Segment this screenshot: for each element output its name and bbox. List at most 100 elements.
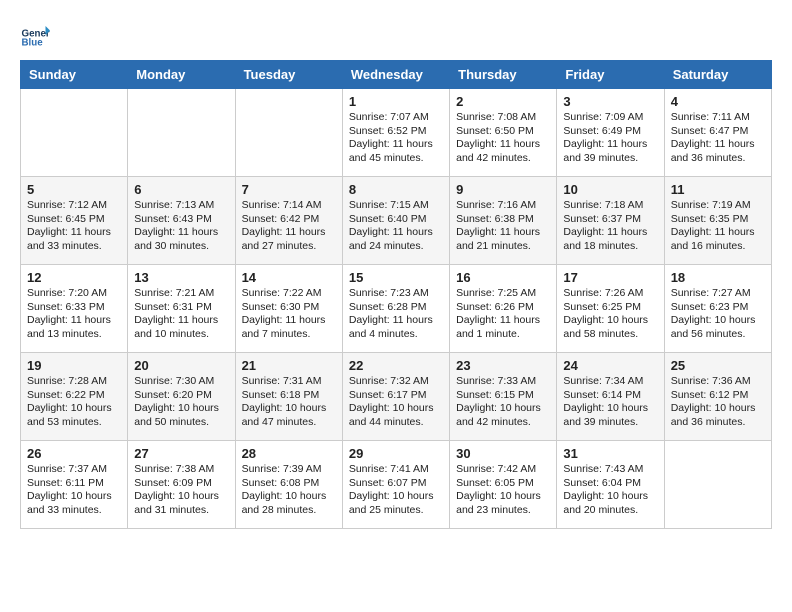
day-info: Sunrise: 7:33 AM (456, 375, 550, 389)
day-info: Sunrise: 7:09 AM (563, 111, 657, 125)
calendar-cell: 20Sunrise: 7:30 AMSunset: 6:20 PMDayligh… (128, 353, 235, 441)
day-info: Sunrise: 7:37 AM (27, 463, 121, 477)
day-number: 22 (349, 358, 443, 373)
day-number: 14 (242, 270, 336, 285)
day-info: Sunrise: 7:43 AM (563, 463, 657, 477)
day-info: Daylight: 11 hours and 27 minutes. (242, 226, 336, 253)
day-info: Sunset: 6:37 PM (563, 213, 657, 227)
day-info: Sunset: 6:33 PM (27, 301, 121, 315)
day-info: Daylight: 11 hours and 39 minutes. (563, 138, 657, 165)
calendar-cell: 7Sunrise: 7:14 AMSunset: 6:42 PMDaylight… (235, 177, 342, 265)
day-info: Sunset: 6:31 PM (134, 301, 228, 315)
day-info: Sunset: 6:40 PM (349, 213, 443, 227)
calendar-cell: 28Sunrise: 7:39 AMSunset: 6:08 PMDayligh… (235, 441, 342, 529)
day-number: 29 (349, 446, 443, 461)
day-info: Daylight: 11 hours and 24 minutes. (349, 226, 443, 253)
day-info: Daylight: 11 hours and 4 minutes. (349, 314, 443, 341)
day-info: Sunrise: 7:15 AM (349, 199, 443, 213)
day-info: Daylight: 11 hours and 30 minutes. (134, 226, 228, 253)
day-info: Sunrise: 7:26 AM (563, 287, 657, 301)
day-info: Daylight: 10 hours and 58 minutes. (563, 314, 657, 341)
day-info: Sunrise: 7:23 AM (349, 287, 443, 301)
calendar-cell: 23Sunrise: 7:33 AMSunset: 6:15 PMDayligh… (450, 353, 557, 441)
day-info: Daylight: 11 hours and 13 minutes. (27, 314, 121, 341)
calendar-cell: 22Sunrise: 7:32 AMSunset: 6:17 PMDayligh… (342, 353, 449, 441)
calendar-week-row: 12Sunrise: 7:20 AMSunset: 6:33 PMDayligh… (21, 265, 772, 353)
day-number: 6 (134, 182, 228, 197)
day-info: Daylight: 11 hours and 42 minutes. (456, 138, 550, 165)
day-number: 4 (671, 94, 765, 109)
day-number: 9 (456, 182, 550, 197)
day-number: 23 (456, 358, 550, 373)
day-info: Sunrise: 7:28 AM (27, 375, 121, 389)
day-info: Sunrise: 7:19 AM (671, 199, 765, 213)
weekday-header: Saturday (664, 61, 771, 89)
day-number: 3 (563, 94, 657, 109)
calendar-cell: 18Sunrise: 7:27 AMSunset: 6:23 PMDayligh… (664, 265, 771, 353)
day-info: Sunrise: 7:20 AM (27, 287, 121, 301)
day-info: Sunset: 6:47 PM (671, 125, 765, 139)
calendar-week-row: 26 Sunrise: 7:37 AMSunset: 6:11 PM Dayligh… (21, 441, 772, 529)
day-number: 19 (27, 358, 121, 373)
day-info: Daylight: 10 hours and 31 minutes. (134, 490, 228, 517)
day-info: Daylight: 10 hours and 50 minutes. (134, 402, 228, 429)
day-info: Daylight: 11 hours and 1 minute. (456, 314, 550, 341)
calendar-week-row: 19Sunrise: 7:28 AMSunset: 6:22 PMDayligh… (21, 353, 772, 441)
day-number: 26 (27, 446, 121, 461)
day-info: Sunset: 6:18 PM (242, 389, 336, 403)
day-info: Sunrise: 7:36 AM (671, 375, 765, 389)
day-info: Daylight: 11 hours and 10 minutes. (134, 314, 228, 341)
day-info: Daylight: 11 hours and 21 minutes. (456, 226, 550, 253)
calendar-cell: 30Sunrise: 7:42 AMSunset: 6:05 PMDayligh… (450, 441, 557, 529)
weekday-header: Tuesday (235, 61, 342, 89)
calendar-cell: 15Sunrise: 7:23 AMSunset: 6:28 PMDayligh… (342, 265, 449, 353)
day-info: Sunset: 6:30 PM (242, 301, 336, 315)
day-info: Sunrise: 7:21 AM (134, 287, 228, 301)
day-number: 21 (242, 358, 336, 373)
day-info: Sunset: 6:43 PM (134, 213, 228, 227)
day-info: Sunrise: 7:14 AM (242, 199, 336, 213)
weekday-header: Thursday (450, 61, 557, 89)
calendar-cell: 21Sunrise: 7:31 AMSunset: 6:18 PMDayligh… (235, 353, 342, 441)
calendar-cell: 11Sunrise: 7:19 AMSunset: 6:35 PMDayligh… (664, 177, 771, 265)
day-number: 8 (349, 182, 443, 197)
day-info: Sunset: 6:11 PM (27, 477, 121, 491)
calendar-cell: 31Sunrise: 7:43 AMSunset: 6:04 PMDayligh… (557, 441, 664, 529)
day-info: Daylight: 10 hours and 20 minutes. (563, 490, 657, 517)
day-info: Sunset: 6:05 PM (456, 477, 550, 491)
day-info: Daylight: 10 hours and 39 minutes. (563, 402, 657, 429)
day-number: 17 (563, 270, 657, 285)
day-info: Daylight: 11 hours and 36 minutes. (671, 138, 765, 165)
calendar-cell: 6Sunrise: 7:13 AMSunset: 6:43 PMDaylight… (128, 177, 235, 265)
calendar-cell (664, 441, 771, 529)
day-info: Daylight: 10 hours and 36 minutes. (671, 402, 765, 429)
day-info: Sunrise: 7:42 AM (456, 463, 550, 477)
day-info: Sunset: 6:38 PM (456, 213, 550, 227)
calendar-cell: 24Sunrise: 7:34 AMSunset: 6:14 PMDayligh… (557, 353, 664, 441)
day-info: Sunrise: 7:38 AM (134, 463, 228, 477)
day-info: Sunset: 6:45 PM (27, 213, 121, 227)
calendar-body: 1Sunrise: 7:07 AMSunset: 6:52 PMDaylight… (21, 89, 772, 529)
day-info: Daylight: 10 hours and 56 minutes. (671, 314, 765, 341)
day-number: 24 (563, 358, 657, 373)
calendar-cell: 9Sunrise: 7:16 AMSunset: 6:38 PMDaylight… (450, 177, 557, 265)
calendar-cell: 5Sunrise: 7:12 AMSunset: 6:45 PMDaylight… (21, 177, 128, 265)
calendar-header-row: SundayMondayTuesdayWednesdayThursdayFrid… (21, 61, 772, 89)
logo: General Blue (20, 20, 54, 50)
day-info: Sunrise: 7:07 AM (349, 111, 443, 125)
day-info: Daylight: 10 hours and 42 minutes. (456, 402, 550, 429)
day-number: 12 (27, 270, 121, 285)
calendar-cell: 3 Sunrise: 7:09 AMSunset: 6:49 PMDaylight… (557, 89, 664, 177)
day-info: Sunrise: 7:31 AM (242, 375, 336, 389)
weekday-header: Monday (128, 61, 235, 89)
day-info: Sunrise: 7:18 AM (563, 199, 657, 213)
calendar-cell: 16Sunrise: 7:25 AMSunset: 6:26 PMDayligh… (450, 265, 557, 353)
day-info: Sunset: 6:20 PM (134, 389, 228, 403)
calendar-cell: 12 Sunrise: 7:20 AMSunset: 6:33 PMDayligh… (21, 265, 128, 353)
day-info: Sunrise: 7:39 AM (242, 463, 336, 477)
day-number: 18 (671, 270, 765, 285)
day-info: Sunset: 6:49 PM (563, 125, 657, 139)
day-info: Sunset: 6:42 PM (242, 213, 336, 227)
calendar-cell: 13Sunrise: 7:21 AMSunset: 6:31 PMDayligh… (128, 265, 235, 353)
day-number: 30 (456, 446, 550, 461)
